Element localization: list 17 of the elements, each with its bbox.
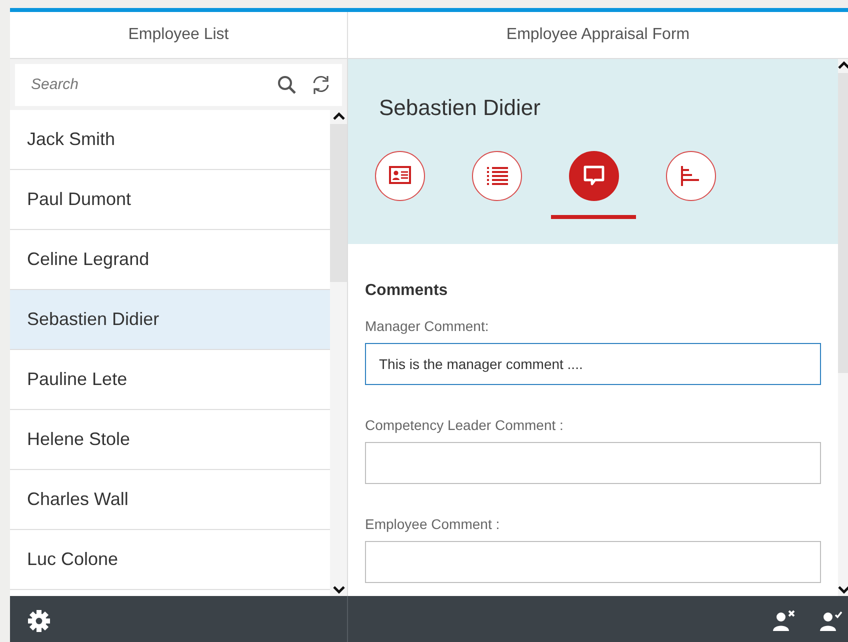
comment-field[interactable]: This is the manager comment .... [365,343,821,385]
settings-icon[interactable] [27,609,51,633]
search-icon [277,75,296,94]
scrollbar-thumb[interactable] [838,73,848,373]
comment-field[interactable] [365,442,821,484]
search-box[interactable]: Search [15,64,342,106]
field-label: Employee Comment : [365,516,500,532]
field-label: Competency Leader Comment : [365,417,564,433]
comment-field[interactable] [365,541,821,583]
employee-list-item[interactable]: Sebastien Didier [10,290,330,350]
employee-name: Sebastien Didier [379,95,540,121]
form-tab[interactable] [551,149,636,219]
field-label: Manager Comment: [365,318,489,334]
section-title: Comments [365,282,448,300]
scrollbar-thumb[interactable] [330,124,347,282]
reject-user-icon[interactable] [772,610,795,632]
approve-user-icon[interactable] [819,610,842,632]
